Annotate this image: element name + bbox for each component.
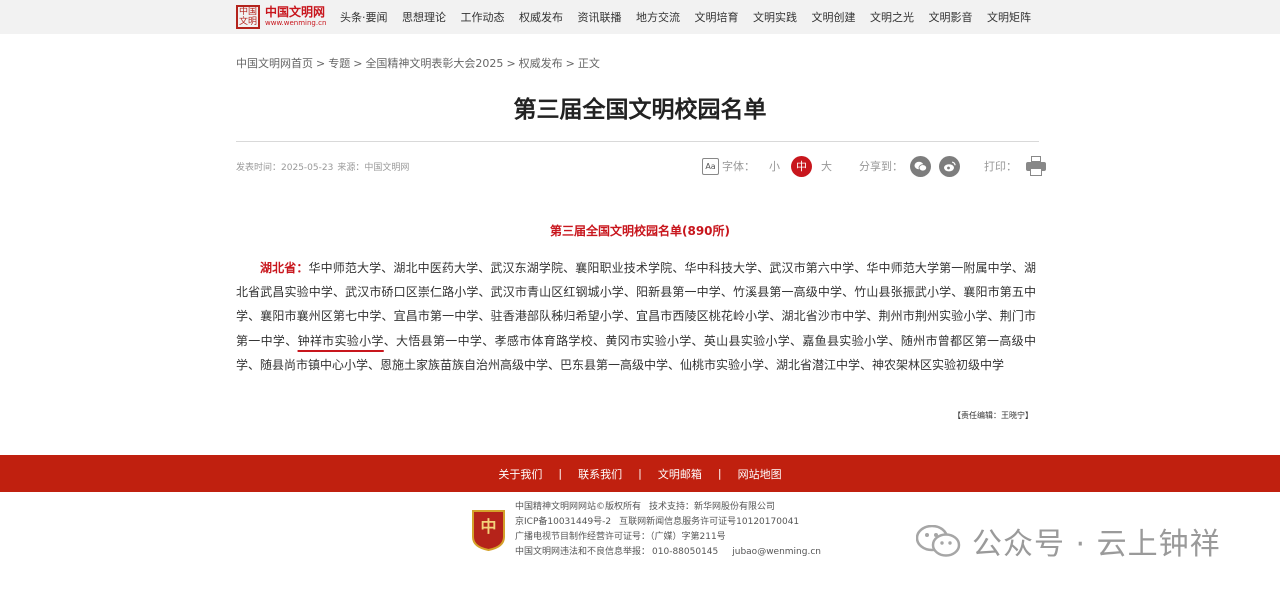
font-size-small-button[interactable]: 小 (769, 158, 780, 174)
footer-link-contact[interactable]: 联系我们 (578, 466, 622, 482)
nav-item-local[interactable]: 地方交流 (636, 9, 680, 25)
logo-url: www.wenming.cn (265, 19, 327, 27)
breadcrumb-current: 正文 (577, 57, 600, 70)
nav-item-news[interactable]: 资讯联播 (578, 9, 622, 25)
footer-link-mailbox[interactable]: 文明邮箱 (658, 466, 702, 482)
nav-item-headlines[interactable]: 头条·要闻 (340, 9, 388, 25)
nav-item-releases[interactable]: 权威发布 (519, 9, 563, 25)
footer-emblem-icon: 中 (471, 509, 506, 552)
watermark-text: 公众号 · 云上钟祥 (972, 527, 1221, 562)
footer-report-phone: 010-88050145 (652, 547, 719, 557)
font-size-large-button[interactable]: 大 (821, 158, 832, 174)
article-body: 湖北省：华中师范大学、湖北中医药大学、武汉东湖学院、襄阳职业技术学院、华中科技大… (236, 256, 1036, 377)
source-label: 来源： (337, 163, 365, 173)
top-nav-bar: 中国文明 中国文明网 www.wenming.cn 头条·要闻 思想理论 工作动… (0, 0, 1280, 34)
printer-icon[interactable] (1025, 156, 1047, 176)
source-name: 中国文明网 (364, 163, 410, 173)
breadcrumb-conference[interactable]: 全国精神文明表彰大会2025 (365, 57, 503, 70)
font-size-medium-button[interactable]: 中 (791, 155, 812, 177)
nav-item-cultivation[interactable]: 文明培育 (695, 9, 739, 25)
nav-item-theory[interactable]: 思想理论 (402, 9, 446, 25)
footer-news-license: 互联网新闻信息服务许可证号10120170041 (619, 517, 800, 527)
page-title: 第三届全国文明校园名单 (513, 96, 767, 123)
publish-label: 发表时间： (236, 163, 282, 173)
font-size-icon: Aa (702, 157, 719, 175)
wechat-watermark-icon (915, 524, 962, 557)
breadcrumb-home[interactable]: 中国文明网首页 (236, 57, 313, 70)
article-subheading: 第三届全国文明校园名单(890所) (549, 224, 731, 238)
breadcrumb-releases[interactable]: 权威发布 (519, 57, 563, 70)
font-size-tools: Aa 字体： 小 中 大 (702, 153, 832, 179)
footer-link-about[interactable]: 关于我们 (498, 466, 542, 482)
highlighted-school: 钟祥市实验小学 (297, 333, 384, 348)
font-size-label: 字体： (722, 160, 755, 173)
nav-item-creation[interactable]: 文明创建 (812, 9, 856, 25)
nav-item-light[interactable]: 文明之光 (870, 9, 914, 25)
logo-mark: 中国文明 (236, 5, 260, 29)
footer-broadcast-license: 广播电视节目制作经营许可证号：（广媒）字第211号 (515, 532, 726, 542)
share-tools: 分享到： (859, 153, 960, 179)
share-label: 分享到： (859, 160, 903, 173)
publish-date: 2025-05-23 (281, 163, 334, 173)
footer-link-sitemap[interactable]: 网站地图 (738, 466, 782, 482)
weibo-icon[interactable] (939, 155, 960, 177)
title-divider (236, 141, 1039, 142)
nav-item-work[interactable]: 工作动态 (461, 9, 505, 25)
main-nav: 头条·要闻 思想理论 工作动态 权威发布 资讯联播 地方交流 文明培育 文明实践… (340, 0, 1046, 34)
print-tools: 打印： (984, 153, 1047, 179)
nav-item-practice[interactable]: 文明实践 (753, 9, 797, 25)
footer-report-email[interactable]: jubao@wenming.cn (732, 547, 821, 557)
wechat-icon[interactable] (910, 155, 931, 177)
breadcrumb-topics[interactable]: 专题 (328, 57, 350, 70)
article-meta: 发表时间：2025-05-23 来源：中国文明网 (236, 160, 413, 173)
site-logo[interactable]: 中国文明 中国文明网 www.wenming.cn (236, 4, 326, 30)
logo-title: 中国文明网 (265, 5, 326, 19)
svg-text:中: 中 (480, 517, 496, 536)
print-label: 打印： (984, 160, 1017, 173)
nav-item-media[interactable]: 文明影音 (929, 9, 973, 25)
breadcrumb: 中国文明网首页 > 专题 > 全国精神文明表彰大会2025 > 权威发布 > 正文 (236, 57, 600, 70)
wechat-watermark: 公众号 · 云上钟祥 (915, 522, 1221, 562)
nav-item-matrix[interactable]: 文明矩阵 (987, 9, 1031, 25)
footer-copyright: 中国精神文明网网站©版权所有 (515, 502, 642, 512)
footer-links-bar: 关于我们 | 联系我们 | 文明邮箱 | 网站地图 (0, 455, 1280, 492)
responsible-editor: 【责任编辑：王晓宁】 (953, 411, 1033, 420)
province-label: 湖北省： (260, 261, 309, 275)
footer-info: 中国精神文明网网站©版权所有 技术支持：新华网股份有限公司 京ICP备100314… (515, 500, 829, 560)
footer-report-label: 中国文明网违法和不良信息举报： (515, 547, 651, 557)
footer-icp[interactable]: 京ICP备10031449号-2 (515, 517, 611, 527)
footer-tech-support: 技术支持：新华网股份有限公司 (649, 502, 776, 512)
